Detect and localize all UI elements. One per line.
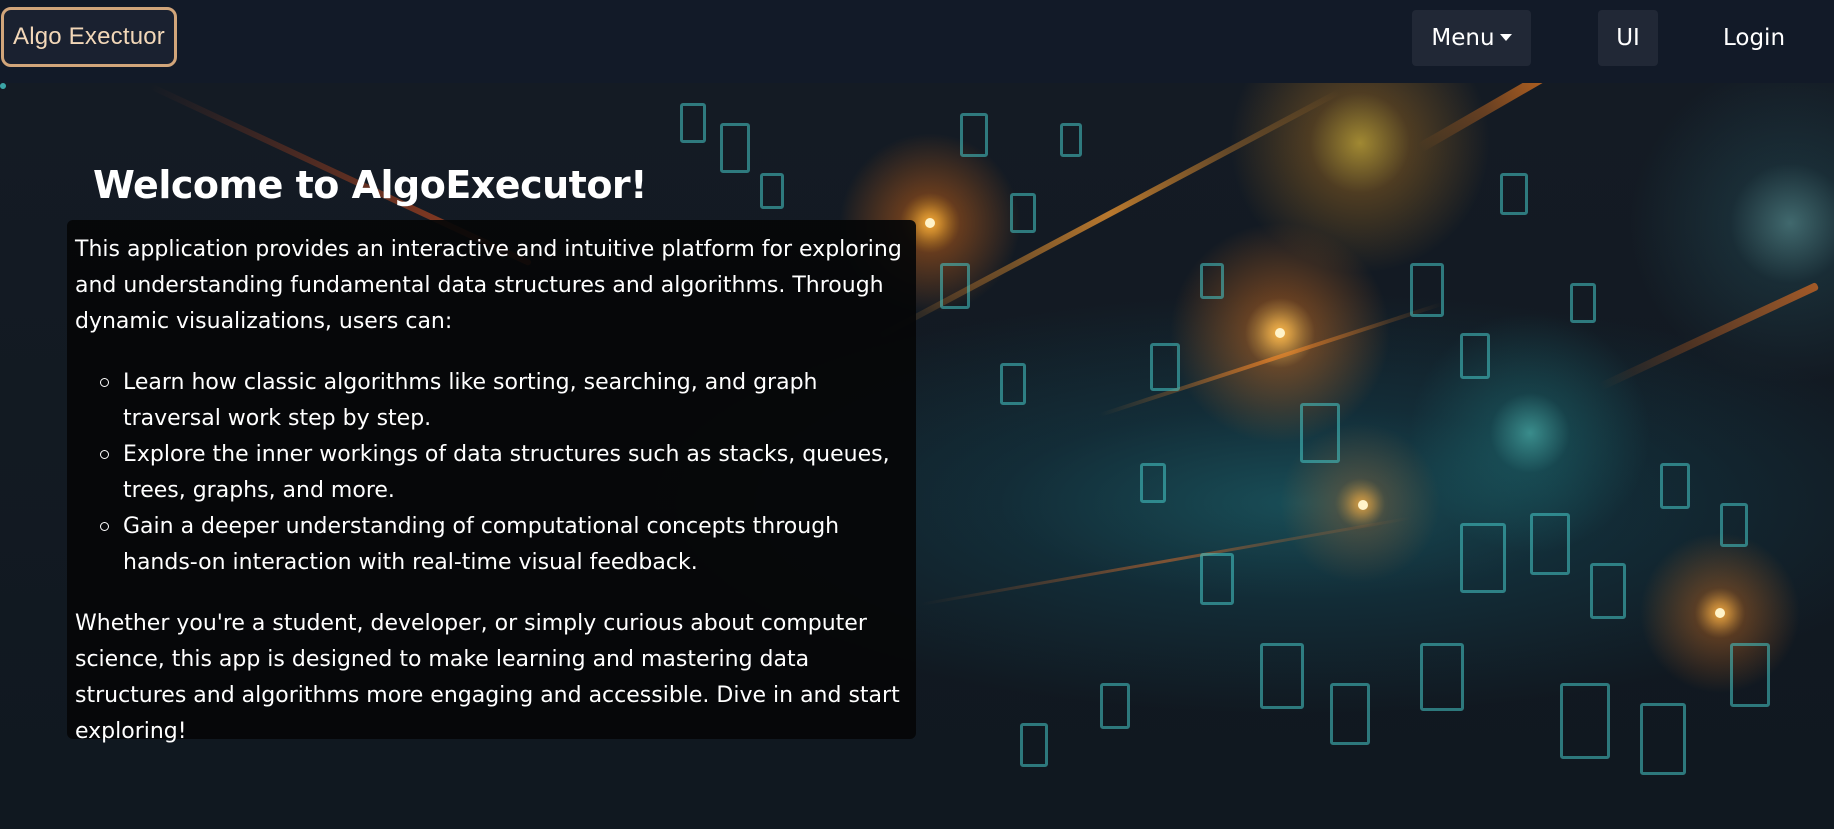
data-cell (1420, 643, 1464, 711)
data-cell (940, 263, 970, 309)
data-cell (1500, 173, 1528, 215)
data-cell (960, 113, 988, 157)
light-streak (1417, 83, 1683, 153)
ui-button[interactable]: UI (1598, 10, 1658, 66)
circle-bullet-icon (100, 450, 109, 459)
intro-paragraph: This application provides an interactive… (75, 237, 902, 334)
data-cell (1140, 463, 1166, 503)
data-cell (1530, 513, 1570, 575)
data-cell (1720, 503, 1748, 547)
top-navbar: Algo Exectuor Menu UI Login (0, 0, 1834, 83)
data-cell (1010, 193, 1036, 233)
data-cell (1060, 123, 1082, 157)
brand-logo-button[interactable]: Algo Exectuor (1, 7, 177, 67)
data-cell (1660, 463, 1690, 509)
page: Algo Exectuor Menu UI Login Welcome to A… (0, 0, 1834, 829)
data-cell (1020, 723, 1048, 767)
circle-bullet-icon (100, 522, 109, 531)
data-cell (1410, 263, 1444, 317)
data-cell (1640, 703, 1686, 775)
list-item: Explore the inner workings of data struc… (100, 437, 908, 509)
data-cell (1200, 263, 1224, 299)
light-spark (1275, 328, 1285, 338)
circle-bullet-icon (100, 378, 109, 387)
data-cell (760, 173, 784, 209)
light-spark (1358, 500, 1368, 510)
list-item: Learn how classic algorithms like sortin… (100, 365, 908, 437)
data-cell (0, 83, 6, 89)
data-cell (1200, 553, 1234, 605)
feature-text: Gain a deeper understanding of computati… (123, 514, 840, 575)
data-cell (680, 103, 706, 143)
data-cell (1100, 683, 1130, 729)
menu-button-label: Menu (1431, 25, 1495, 51)
login-link[interactable]: Login (1718, 10, 1790, 66)
feature-list: Learn how classic algorithms like sortin… (75, 365, 908, 581)
page-title: Welcome to AlgoExecutor! (93, 163, 648, 207)
outro-paragraph: Whether you're a student, developer, or … (75, 611, 900, 744)
caret-down-icon (1499, 33, 1512, 41)
data-cell (1730, 643, 1770, 707)
data-cell (1000, 363, 1026, 405)
light-streak (1598, 281, 1820, 391)
data-cell (1590, 563, 1626, 619)
data-cell (1150, 343, 1180, 391)
info-card: This application provides an interactive… (67, 220, 916, 744)
data-cell (1300, 403, 1340, 463)
data-cell (1460, 523, 1506, 593)
light-streak (919, 516, 1413, 606)
data-cell (1570, 283, 1596, 323)
feature-text: Explore the inner workings of data struc… (123, 442, 890, 503)
list-item: Gain a deeper understanding of computati… (100, 509, 908, 581)
light-spark (1715, 608, 1725, 618)
data-cell (720, 123, 750, 173)
feature-text: Learn how classic algorithms like sortin… (123, 370, 818, 431)
menu-dropdown-button[interactable]: Menu (1412, 10, 1531, 66)
data-cell (1260, 643, 1304, 709)
data-cell (1560, 683, 1610, 759)
light-spark (925, 218, 935, 228)
data-cell (1330, 683, 1370, 745)
data-cell (1460, 333, 1490, 379)
